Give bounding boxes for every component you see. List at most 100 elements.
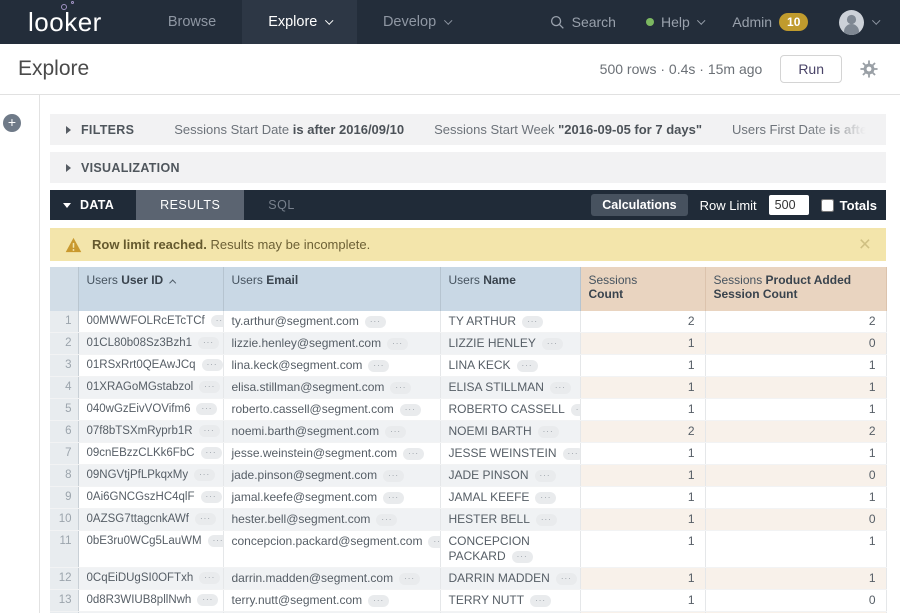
cell-menu-icon[interactable] (522, 316, 543, 328)
table-row: 1 00MWWFOLRcETcTCf ty.arthur@segment.com… (50, 311, 886, 333)
cell-menu-icon[interactable] (399, 573, 420, 585)
nav-help[interactable]: Help (646, 14, 702, 30)
email-cell: elisa.stillman@segment.com (223, 377, 440, 399)
cell-menu-icon[interactable] (199, 425, 220, 437)
user-id-cell: 01CL80b08Sz3Bzh1 (78, 333, 223, 355)
user-id-cell: 0Ai6GNCGszHC4qlF (78, 487, 223, 509)
nav-item-label: Develop (383, 14, 436, 30)
cell-menu-icon[interactable] (550, 382, 571, 394)
user-id-cell: 09NGVtjPfLPkqxMy (78, 465, 223, 487)
cell-menu-icon[interactable] (194, 469, 215, 481)
nav-admin[interactable]: Admin 10 (732, 13, 808, 31)
nav-items: Browse Explore Develop (142, 0, 476, 44)
cell-menu-icon[interactable] (542, 338, 563, 350)
cell-menu-icon[interactable] (383, 492, 404, 504)
cell-menu-icon[interactable] (211, 315, 223, 327)
cell-menu-icon[interactable] (571, 404, 580, 416)
name-cell: LINA KECK (440, 355, 580, 377)
totals-checkbox[interactable] (821, 199, 834, 212)
cell-menu-icon[interactable] (201, 447, 222, 459)
cell-menu-icon[interactable] (199, 381, 220, 393)
nav-account[interactable] (838, 9, 878, 36)
close-icon[interactable]: × (859, 234, 871, 255)
name-cell: NOEMI BARTH (440, 421, 580, 443)
filters-toggle[interactable]: FILTERS (66, 123, 134, 137)
row-number-header (50, 267, 78, 311)
cell-menu-icon[interactable] (208, 535, 223, 547)
looker-logo[interactable]: looker (28, 0, 102, 44)
cell-menu-icon[interactable] (368, 595, 389, 607)
column-name-label: Count (589, 287, 624, 301)
data-toggle[interactable]: DATA (50, 190, 136, 220)
calculations-button[interactable]: Calculations (591, 194, 687, 216)
visualization-toggle[interactable]: VISUALIZATION (66, 161, 180, 175)
cell-menu-icon[interactable] (535, 492, 556, 504)
table-row: 11 0bE3ru0WCg5LauWM concepcion.packard@s… (50, 531, 886, 568)
cell-menu-icon[interactable] (376, 514, 397, 526)
column-header[interactable]: Users Email (223, 267, 440, 311)
expand-field-picker-button[interactable]: + (3, 114, 21, 132)
filter-item[interactable]: Sessions Start Date is after 2016/09/10 (174, 122, 404, 137)
cell-menu-icon[interactable] (538, 426, 559, 438)
nav-search[interactable]: Search (550, 14, 616, 30)
tab-sql[interactable]: SQL (244, 190, 319, 220)
warning-message: Row limit reached. Results may be incomp… (92, 237, 370, 252)
cell-menu-icon[interactable] (202, 359, 223, 371)
filter-item[interactable]: Users First Date is after 2016/09/10 (732, 122, 886, 137)
table-row: 6 07f8bTSXmRyprb1R noemi.barth@segment.c… (50, 421, 886, 443)
row-limit-input[interactable] (769, 195, 809, 215)
cell-menu-icon[interactable] (400, 404, 421, 416)
column-header[interactable]: Users User ID (78, 267, 223, 311)
column-header[interactable]: Sessions Product Added Session Count (705, 267, 886, 311)
row-number-cell: 3 (50, 355, 78, 377)
nav-item-develop[interactable]: Develop (357, 0, 476, 44)
cell-menu-icon[interactable] (390, 382, 411, 394)
email-cell: jamal.keefe@segment.com (223, 487, 440, 509)
filter-value: is after 2016/09/10 (293, 122, 404, 137)
user-id-value: 0Ai6GNCGszHC4qlF (87, 491, 195, 503)
cell-menu-icon[interactable] (536, 514, 557, 526)
cell-menu-icon[interactable] (198, 337, 219, 349)
run-button[interactable]: Run (780, 55, 842, 83)
cell-menu-icon[interactable] (383, 470, 404, 482)
product-added-count-cell: 1 (705, 568, 886, 590)
column-group-label: Sessions (714, 273, 763, 287)
nav-item-explore[interactable]: Explore (242, 0, 357, 44)
cell-menu-icon[interactable] (368, 360, 389, 372)
cell-menu-icon[interactable] (556, 573, 577, 585)
cell-menu-icon[interactable] (387, 338, 408, 350)
cell-menu-icon[interactable] (530, 595, 551, 607)
cell-menu-icon[interactable] (517, 360, 538, 372)
name-value: LINA KECK (449, 358, 511, 372)
gear-icon[interactable] (860, 60, 878, 78)
filter-item[interactable]: Sessions Start Week "2016-09-05 for 7 da… (434, 122, 702, 137)
filter-value: "2016-09-05 for 7 days" (558, 122, 702, 137)
email-cell: ty.arthur@segment.com (223, 311, 440, 333)
cell-menu-icon[interactable] (535, 470, 556, 482)
cell-menu-icon[interactable] (196, 403, 217, 415)
column-header[interactable]: Users Name (440, 267, 580, 311)
tab-results[interactable]: RESULTS (136, 190, 244, 220)
column-header[interactable]: Sessions Count (580, 267, 705, 311)
data-bar: DATA RESULTS SQL Calculations Row Limit … (50, 190, 886, 220)
cell-menu-icon[interactable] (195, 513, 216, 525)
cell-menu-icon[interactable] (197, 594, 218, 606)
page-header: Explore 500 rows · 0.4s · 15m ago Run (0, 44, 900, 95)
email-cell: lizzie.henley@segment.com (223, 333, 440, 355)
cell-menu-icon[interactable] (428, 536, 440, 548)
cell-menu-icon[interactable] (512, 551, 533, 563)
results-table-wrap: Users User ID Users Email Users Name Ses… (50, 267, 886, 613)
cell-menu-icon[interactable] (385, 426, 406, 438)
cell-menu-icon[interactable] (563, 448, 580, 460)
user-id-cell: 09cnEBzzCLKk6FbC (78, 443, 223, 465)
cell-menu-icon[interactable] (365, 316, 386, 328)
name-cell: ELISA STILLMAN (440, 377, 580, 399)
cell-menu-icon[interactable] (201, 491, 222, 503)
visualization-title: VISUALIZATION (81, 161, 180, 175)
nav-item-browse[interactable]: Browse (142, 0, 242, 44)
cell-menu-icon[interactable] (403, 448, 424, 460)
cell-menu-icon[interactable] (199, 572, 220, 584)
email-value: jesse.weinstein@segment.com (232, 446, 398, 460)
data-tab-label: SQL (268, 198, 295, 212)
main-content: FILTERS Sessions Start Date is after 201… (40, 95, 900, 613)
